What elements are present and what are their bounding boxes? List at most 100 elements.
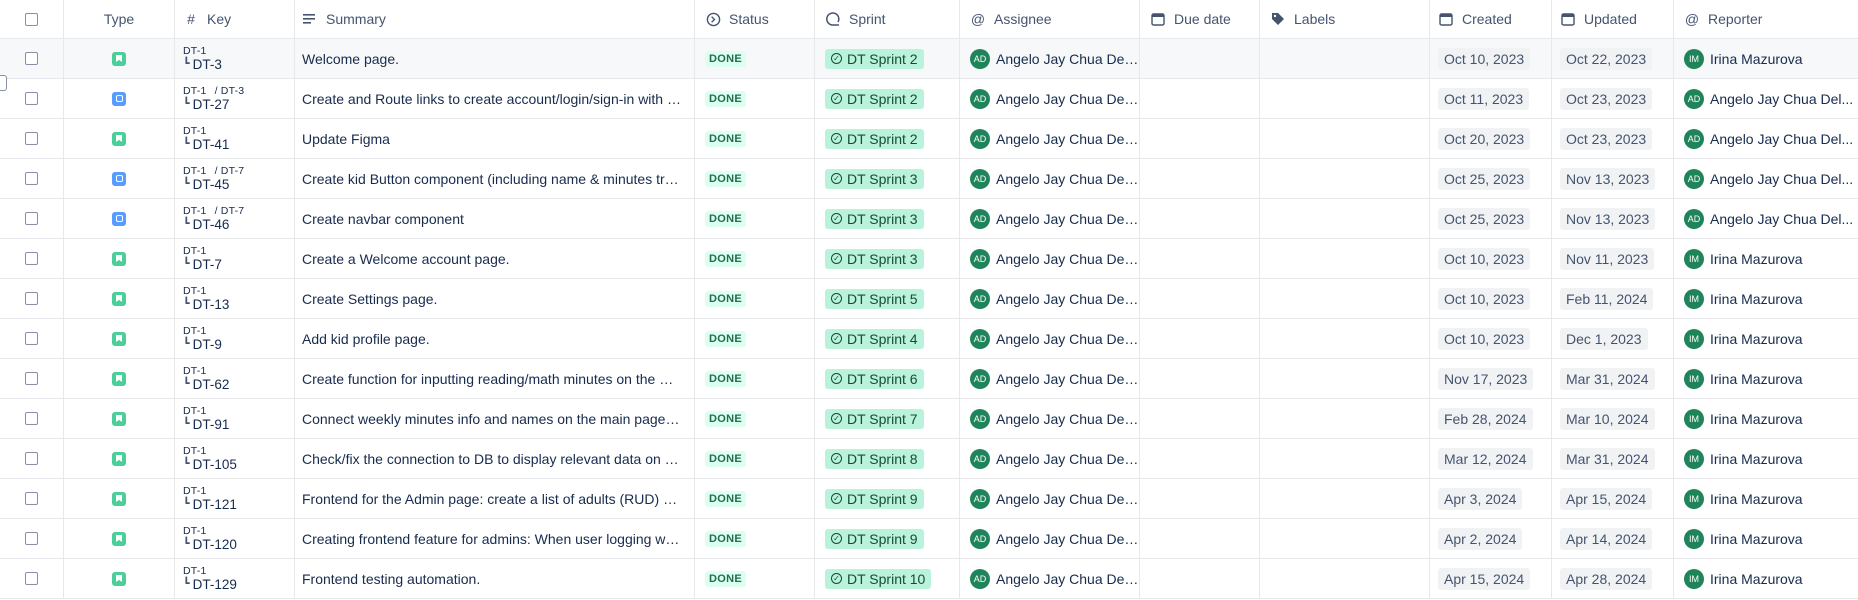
- issue-summary[interactable]: Frontend for the Admin page: create a li…: [302, 491, 682, 507]
- row-drag-handle[interactable]: [0, 75, 7, 91]
- row-checkbox[interactable]: [25, 452, 38, 465]
- issue-summary[interactable]: Add kid profile page.: [302, 331, 430, 347]
- issue-key[interactable]: DT-46: [193, 217, 230, 233]
- grandparent-key-text[interactable]: / DT-7: [215, 205, 245, 217]
- parent-key-text[interactable]: DT-1: [183, 85, 207, 97]
- select-all-cell[interactable]: [0, 0, 64, 38]
- status-badge[interactable]: DONE: [705, 330, 746, 347]
- sprint-tag[interactable]: ✓ DT Sprint 6: [825, 368, 924, 389]
- parent-key-text[interactable]: DT-1: [183, 365, 207, 377]
- sprint-cell[interactable]: ✓ DT Sprint 2: [815, 119, 960, 158]
- sprint-cell[interactable]: ✓ DT Sprint 9: [815, 479, 960, 518]
- row-select-cell[interactable]: [0, 199, 64, 238]
- issue-summary[interactable]: Create a Welcome account page.: [302, 251, 510, 267]
- key-cell[interactable]: DT-1 ┗ DT-3: [175, 39, 295, 78]
- table-row[interactable]: DT-1 ┗ DT-121 Frontend for the Admin page…: [0, 479, 1858, 519]
- table-row[interactable]: DT-1 ┗ DT-120 Creating frontend feature f…: [0, 519, 1858, 559]
- parent-key[interactable]: DT-1 / DT-3: [183, 85, 244, 97]
- issue-key[interactable]: DT-62: [193, 377, 230, 393]
- sprint-tag[interactable]: ✓ DT Sprint 7: [825, 408, 924, 429]
- select-all-checkbox[interactable]: [25, 12, 38, 26]
- labels-cell[interactable]: [1260, 279, 1430, 318]
- row-checkbox[interactable]: [25, 172, 38, 185]
- row-select-cell[interactable]: [0, 39, 64, 78]
- row-checkbox[interactable]: [25, 252, 38, 265]
- row-checkbox[interactable]: [25, 332, 38, 345]
- status-cell[interactable]: DONE: [695, 399, 815, 438]
- reporter-cell[interactable]: IM Irina Mazurova: [1674, 559, 1858, 598]
- key-cell[interactable]: DT-1 ┗ DT-9: [175, 319, 295, 358]
- summary-cell[interactable]: Create a Welcome account page.: [295, 239, 695, 278]
- status-cell[interactable]: DONE: [695, 39, 815, 78]
- key-cell[interactable]: DT-1 ┗ DT-120: [175, 519, 295, 558]
- table-row[interactable]: DT-1 ┗ DT-3 Welcome page. DONE ✓ DT Sprint…: [0, 39, 1858, 79]
- key-cell[interactable]: DT-1 ┗ DT-41: [175, 119, 295, 158]
- issue-key[interactable]: DT-3: [193, 57, 222, 73]
- labels-cell[interactable]: [1260, 479, 1430, 518]
- sprint-tag[interactable]: ✓ DT Sprint 5: [825, 288, 924, 309]
- status-cell[interactable]: DONE: [695, 559, 815, 598]
- labels-cell[interactable]: [1260, 519, 1430, 558]
- reporter-cell[interactable]: IM Irina Mazurova: [1674, 279, 1858, 318]
- sprint-cell[interactable]: ✓ DT Sprint 3: [815, 199, 960, 238]
- status-badge[interactable]: DONE: [705, 130, 746, 147]
- row-select-cell[interactable]: [0, 399, 64, 438]
- labels-cell[interactable]: [1260, 159, 1430, 198]
- key-cell[interactable]: DT-1 ┗ DT-7: [175, 239, 295, 278]
- key-cell[interactable]: DT-1 ┗ DT-129: [175, 559, 295, 598]
- issue-summary[interactable]: Frontend testing automation.: [302, 571, 480, 587]
- row-checkbox[interactable]: [25, 132, 38, 145]
- grandparent-key-text[interactable]: / DT-7: [215, 165, 245, 177]
- table-row[interactable]: DT-1 / DT-3 ┗ DT-27 Create and Route links…: [0, 79, 1858, 119]
- parent-key[interactable]: DT-1: [183, 325, 222, 337]
- row-checkbox[interactable]: [25, 372, 38, 385]
- summary-cell[interactable]: Update Figma: [295, 119, 695, 158]
- reporter-cell[interactable]: AD Angelo Jay Chua Del...: [1674, 199, 1858, 238]
- assignee-cell[interactable]: AD Angelo Jay Chua Del...: [960, 159, 1140, 198]
- reporter-cell[interactable]: IM Irina Mazurova: [1674, 39, 1858, 78]
- parent-key[interactable]: DT-1: [183, 485, 237, 497]
- assignee-cell[interactable]: AD Angelo Jay Chua Del...: [960, 519, 1140, 558]
- row-select-cell[interactable]: [0, 519, 64, 558]
- assignee-cell[interactable]: AD Angelo Jay Chua Del...: [960, 399, 1140, 438]
- sprint-tag[interactable]: ✓ DT Sprint 9: [825, 528, 924, 549]
- due-date-cell[interactable]: [1140, 399, 1260, 438]
- table-row[interactable]: DT-1 ┗ DT-9 Add kid profile page. DONE ✓ D…: [0, 319, 1858, 359]
- issue-summary[interactable]: Create navbar component: [302, 211, 464, 227]
- due-date-cell[interactable]: [1140, 279, 1260, 318]
- issue-key[interactable]: DT-7: [193, 257, 222, 273]
- parent-key[interactable]: DT-1: [183, 565, 237, 577]
- status-badge[interactable]: DONE: [705, 250, 746, 267]
- labels-cell[interactable]: [1260, 119, 1430, 158]
- sprint-tag[interactable]: ✓ DT Sprint 2: [825, 128, 924, 149]
- table-row[interactable]: DT-1 ┗ DT-7 Create a Welcome account page…: [0, 239, 1858, 279]
- table-row[interactable]: DT-1 ┗ DT-129 Frontend testing automation…: [0, 559, 1858, 599]
- labels-cell[interactable]: [1260, 79, 1430, 118]
- status-cell[interactable]: DONE: [695, 359, 815, 398]
- sprint-cell[interactable]: ✓ DT Sprint 10: [815, 559, 960, 598]
- row-checkbox[interactable]: [25, 572, 38, 585]
- parent-key-text[interactable]: DT-1: [183, 165, 207, 177]
- sprint-tag[interactable]: ✓ DT Sprint 3: [825, 208, 924, 229]
- summary-cell[interactable]: Frontend for the Admin page: create a li…: [295, 479, 695, 518]
- status-badge[interactable]: DONE: [705, 410, 746, 427]
- status-badge[interactable]: DONE: [705, 50, 746, 67]
- parent-key[interactable]: DT-1: [183, 445, 237, 457]
- sprint-cell[interactable]: ✓ DT Sprint 3: [815, 239, 960, 278]
- key-cell[interactable]: DT-1 ┗ DT-91: [175, 399, 295, 438]
- due-date-cell[interactable]: [1140, 199, 1260, 238]
- issue-key[interactable]: DT-41: [193, 137, 230, 153]
- summary-cell[interactable]: Create kid Button component (including n…: [295, 159, 695, 198]
- sprint-cell[interactable]: ✓ DT Sprint 8: [815, 439, 960, 478]
- assignee-cell[interactable]: AD Angelo Jay Chua Del...: [960, 279, 1140, 318]
- labels-cell[interactable]: [1260, 359, 1430, 398]
- issue-summary[interactable]: Update Figma: [302, 131, 390, 147]
- issue-summary[interactable]: Create and Route links to create account…: [302, 91, 682, 107]
- key-cell[interactable]: DT-1 / DT-3 ┗ DT-27: [175, 79, 295, 118]
- header-created[interactable]: Created: [1430, 0, 1552, 38]
- row-select-cell[interactable]: [0, 279, 64, 318]
- sprint-cell[interactable]: ✓ DT Sprint 5: [815, 279, 960, 318]
- summary-cell[interactable]: Check/fix the connection to DB to displa…: [295, 439, 695, 478]
- labels-cell[interactable]: [1260, 199, 1430, 238]
- due-date-cell[interactable]: [1140, 479, 1260, 518]
